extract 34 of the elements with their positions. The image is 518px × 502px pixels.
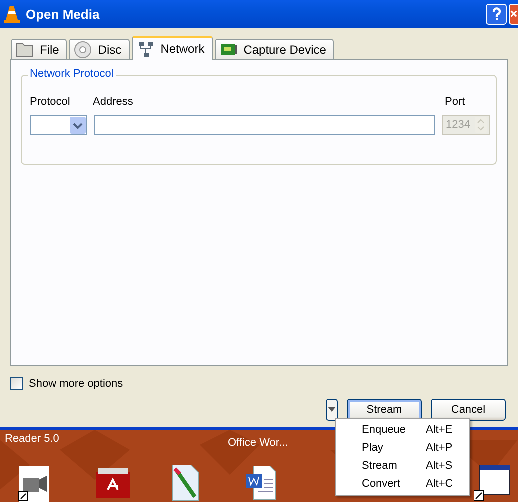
field-label: Protocol: [30, 96, 72, 110]
paint-brush-image-icon[interactable]: [171, 465, 201, 501]
group-title: Network Protocol: [28, 68, 116, 80]
camera-shortcut-icon[interactable]: [17, 466, 51, 502]
desktop-icon-label: Office Wor...: [228, 437, 288, 449]
menu-button[interactable]: [326, 399, 338, 421]
desktop-icon-label: Reader 5.0: [5, 433, 60, 445]
field-label: Port: [445, 96, 466, 110]
tab[interactable]: Disc: [69, 39, 130, 59]
address-field[interactable]: [94, 115, 435, 135]
window-title: Open Media: [26, 6, 100, 22]
circuit-board-icon: [220, 41, 238, 58]
tab[interactable]: Network: [132, 36, 213, 60]
spinner-arrows-icon: [475, 117, 487, 133]
window-shortcut-icon[interactable]: [474, 465, 510, 501]
cancel-button[interactable]: Cancel: [431, 399, 506, 421]
menu-item[interactable]: Enqueue Alt+E: [336, 421, 469, 439]
help-button[interactable]: [486, 4, 507, 24]
checkbox-label: Show more options: [29, 378, 124, 390]
field-label: Address: [93, 96, 134, 110]
traffic-cone-icon: [4, 5, 20, 23]
close-icon: [510, 8, 518, 20]
menu-item[interactable]: Stream Alt+S: [336, 457, 469, 475]
network-icon: [136, 40, 155, 58]
checkbox[interactable]: [10, 377, 23, 390]
close-button[interactable]: [509, 4, 518, 24]
menu-item[interactable]: Play Alt+P: [336, 439, 469, 457]
word-document-icon[interactable]: [246, 466, 276, 500]
pdf-document-icon[interactable]: [96, 468, 130, 498]
protocol-dropdown[interactable]: [30, 115, 87, 135]
tab[interactable]: File: [11, 39, 68, 59]
caret-icon: [328, 407, 336, 413]
menu-item[interactable]: Convert Alt+C: [336, 475, 469, 493]
tab[interactable]: Capture Device: [214, 39, 334, 59]
